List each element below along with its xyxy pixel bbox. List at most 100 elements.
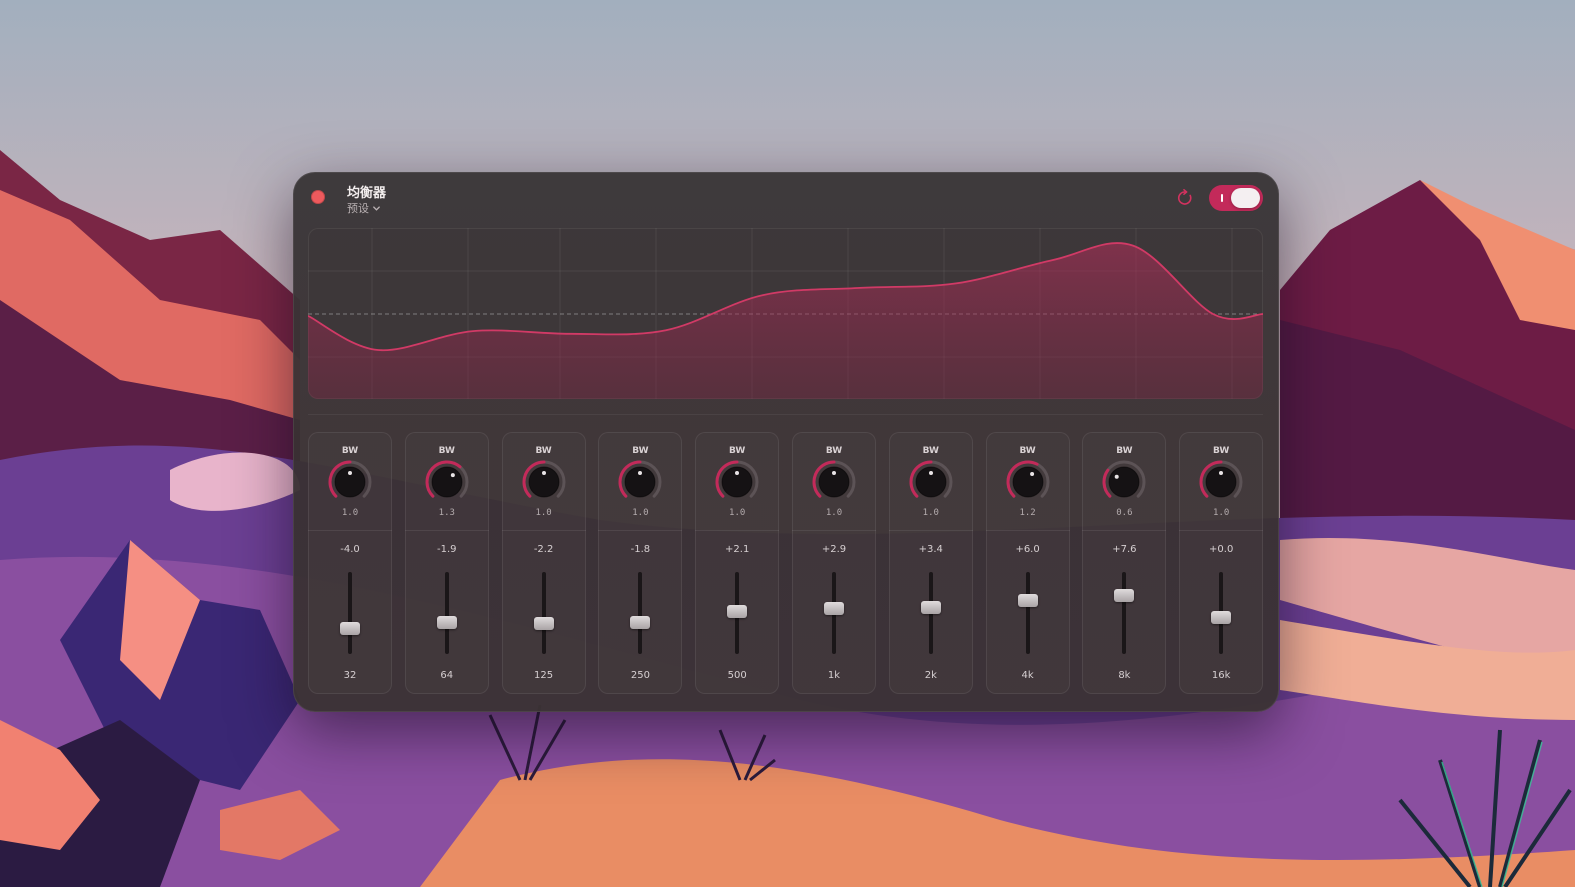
bandwidth-knob[interactable] <box>328 460 372 504</box>
band-separator <box>308 530 392 531</box>
gain-value: +2.9 <box>821 544 847 555</box>
band-separator <box>792 530 876 531</box>
gain-slider-thumb[interactable] <box>630 615 651 629</box>
bw-value: 1.2 <box>1019 508 1036 518</box>
bw-label: BW <box>729 446 746 456</box>
bw-value: 0.6 <box>1116 508 1133 518</box>
eq-band-4k: BW 1.2 +6.0 4k <box>985 432 1070 694</box>
band-separator <box>695 530 780 531</box>
bw-value: 1.0 <box>535 508 552 518</box>
eq-curve-plot <box>308 228 1263 399</box>
gain-slider-thumb[interactable] <box>824 602 844 616</box>
knob-body <box>1108 466 1140 498</box>
bandwidth-knob[interactable] <box>618 460 662 504</box>
band-separator <box>1082 530 1167 531</box>
gain-value: -4.0 <box>340 544 360 555</box>
bw-value: 1.0 <box>1213 508 1230 518</box>
knob-indicator <box>735 471 740 475</box>
band-separator <box>404 530 489 531</box>
gain-slider-thumb[interactable] <box>920 601 941 614</box>
frequency-label: 16k <box>1211 670 1231 681</box>
frequency-label: 1k <box>827 670 841 681</box>
gain-slider-track[interactable] <box>638 572 643 654</box>
knob-indicator <box>638 471 643 475</box>
bw-label: BW <box>825 446 843 456</box>
bw-value: 1.3 <box>438 508 455 518</box>
eq-band-2k: BW 1.0 +3.4 2k <box>888 432 973 694</box>
knob-indicator <box>1219 471 1224 475</box>
frequency-label: 8k <box>1118 670 1131 681</box>
knob-indicator <box>1115 474 1120 479</box>
band-separator <box>1179 530 1264 531</box>
bw-value: 1.0 <box>729 508 746 518</box>
frequency-label: 500 <box>727 670 747 681</box>
eq-band-16k: BW 1.0 +0.0 16k <box>1179 432 1264 694</box>
gain-slider-thumb[interactable] <box>1114 589 1135 603</box>
gain-slider-thumb[interactable] <box>533 616 554 630</box>
bw-label: BW <box>535 446 552 456</box>
bandwidth-knob[interactable] <box>425 460 469 504</box>
eq-band-500: BW 1.0 +2.1 500 <box>695 432 780 694</box>
toggle-knob <box>1231 188 1260 208</box>
reset-icon[interactable] <box>1176 189 1194 207</box>
bandwidth-knob[interactable] <box>1199 460 1243 504</box>
gain-slider-thumb[interactable] <box>1211 610 1232 624</box>
bandwidth-knob[interactable] <box>1102 460 1146 504</box>
close-button[interactable] <box>311 190 325 204</box>
knob-body <box>1012 466 1044 498</box>
knob-indicator <box>928 471 933 475</box>
gain-slider-thumb[interactable] <box>727 604 748 618</box>
band-separator <box>985 530 1070 531</box>
gain-slider-track[interactable] <box>348 572 352 654</box>
eq-curve-fill <box>308 243 1263 399</box>
knob-body <box>431 466 463 498</box>
bw-label: BW <box>341 446 359 456</box>
bandwidth-knob[interactable] <box>909 460 953 504</box>
band-separator <box>501 530 586 531</box>
eq-band-125: BW 1.0 -2.2 125 <box>501 432 586 694</box>
bw-value: 1.0 <box>825 508 843 518</box>
frequency-label: 125 <box>534 670 554 681</box>
gain-value: +3.4 <box>918 544 943 555</box>
bw-label: BW <box>922 446 939 456</box>
gain-slider-track[interactable] <box>1025 572 1030 654</box>
bw-label: BW <box>1116 446 1133 456</box>
knob-indicator <box>450 473 455 478</box>
knob-indicator <box>541 471 546 475</box>
equalizer-window: 均衡器 预设 BW 1.0 -4.0 32 BW 1.3 -1.9 64 BW 1.0 -2.2 12… <box>293 172 1279 712</box>
eq-band-1k: BW 1.0 +2.9 1k <box>792 432 876 694</box>
gain-value: -1.8 <box>630 544 651 555</box>
bandwidth-knob[interactable] <box>715 460 759 504</box>
eq-band-8k: BW 0.6 +7.6 8k <box>1082 432 1167 694</box>
gain-slider-track[interactable] <box>541 572 546 654</box>
knob-indicator <box>1029 471 1034 476</box>
band-separator <box>598 530 683 531</box>
frequency-label: 32 <box>343 670 357 681</box>
eq-band-32: BW 1.0 -4.0 32 <box>308 432 392 694</box>
gain-value: +7.6 <box>1112 544 1137 555</box>
bandwidth-knob[interactable] <box>522 460 566 504</box>
bandwidth-knob[interactable] <box>812 460 856 504</box>
eq-enable-toggle[interactable] <box>1209 185 1263 211</box>
frequency-label: 250 <box>630 670 650 681</box>
bw-label: BW <box>632 446 649 456</box>
gain-value: +0.0 <box>1209 544 1234 555</box>
bw-label: BW <box>1213 446 1230 456</box>
bw-label: BW <box>438 446 455 456</box>
bw-value: 1.0 <box>632 508 649 518</box>
bw-value: 1.0 <box>922 508 939 518</box>
gain-value: +2.1 <box>725 544 750 555</box>
gain-slider-track[interactable] <box>1122 572 1127 654</box>
gain-slider-thumb[interactable] <box>1017 593 1038 607</box>
eq-band-250: BW 1.0 -1.8 250 <box>598 432 683 694</box>
gain-slider-thumb[interactable] <box>436 615 457 629</box>
bw-value: 1.0 <box>341 508 359 518</box>
window-title: 均衡器 <box>347 186 387 201</box>
bandwidth-knob[interactable] <box>1006 460 1050 504</box>
preset-label: 预设 <box>347 202 369 215</box>
chevron-down-icon <box>373 205 380 211</box>
gain-slider-track[interactable] <box>444 572 449 654</box>
gain-slider-thumb[interactable] <box>340 621 360 635</box>
frequency-label: 4k <box>1021 670 1034 681</box>
preset-dropdown[interactable]: 预设 <box>347 200 381 216</box>
